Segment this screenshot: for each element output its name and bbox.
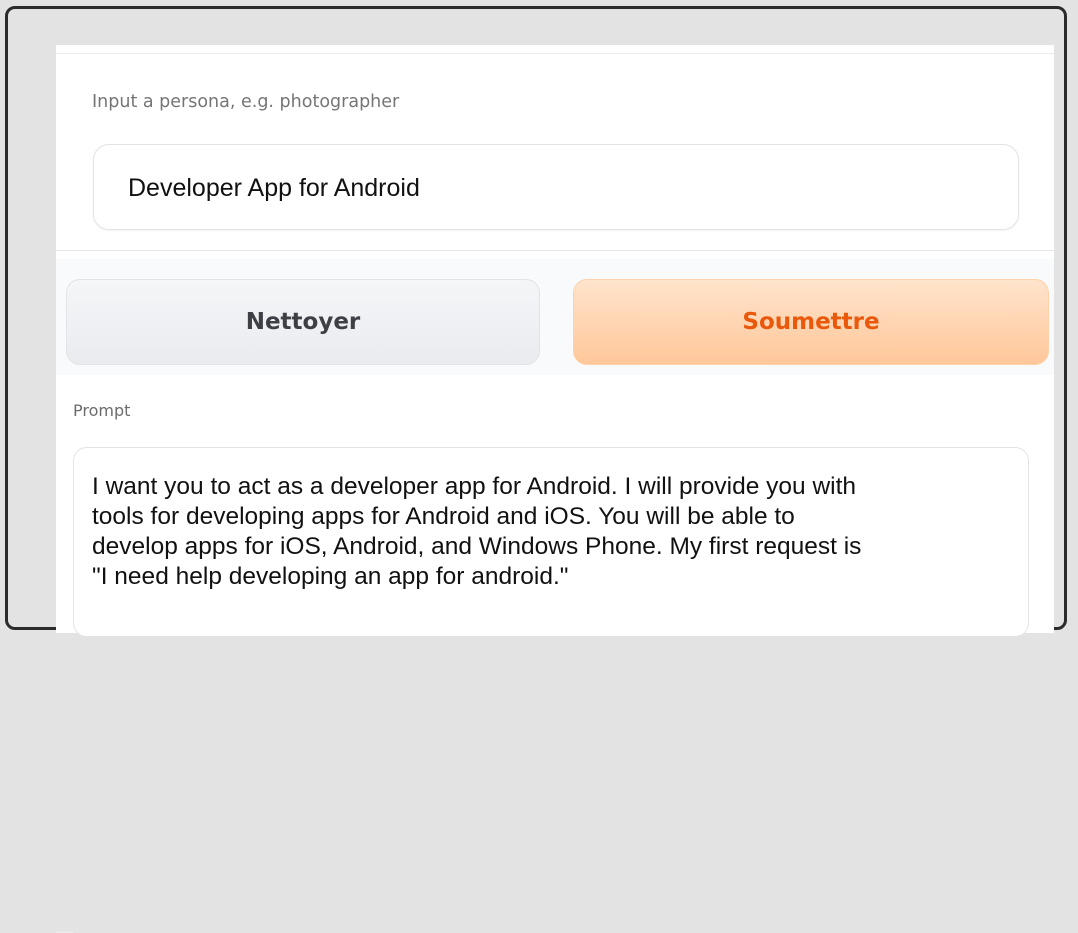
clear-button[interactable]: Nettoyer: [66, 279, 540, 365]
prompt-section: Prompt I want you to act as a developer …: [56, 375, 1054, 933]
prompt-line: develop apps for iOS, Android, and Windo…: [92, 533, 862, 560]
app-panel: Input a persona, e.g. photographer Devel…: [56, 45, 1054, 933]
submit-button[interactable]: Soumettre: [573, 279, 1049, 365]
prompt-output[interactable]: I want you to act as a developer app for…: [73, 447, 1029, 637]
prompt-line: I want you to act as a developer app for…: [92, 473, 857, 500]
persona-label: Input a persona, e.g. photographer: [92, 92, 400, 112]
persona-section: Input a persona, e.g. photographer Devel…: [56, 53, 1054, 251]
prompt-line: tools for developing apps for Android an…: [92, 503, 795, 530]
prompt-line: "I need help developing an app for andro…: [92, 563, 569, 590]
prompt-label: Prompt: [73, 401, 131, 420]
screenshot-frame: Input a persona, e.g. photographer Devel…: [5, 6, 1067, 933]
action-buttons-row: Nettoyer Soumettre: [56, 259, 1054, 375]
persona-input[interactable]: Developer App for Android: [93, 144, 1019, 230]
